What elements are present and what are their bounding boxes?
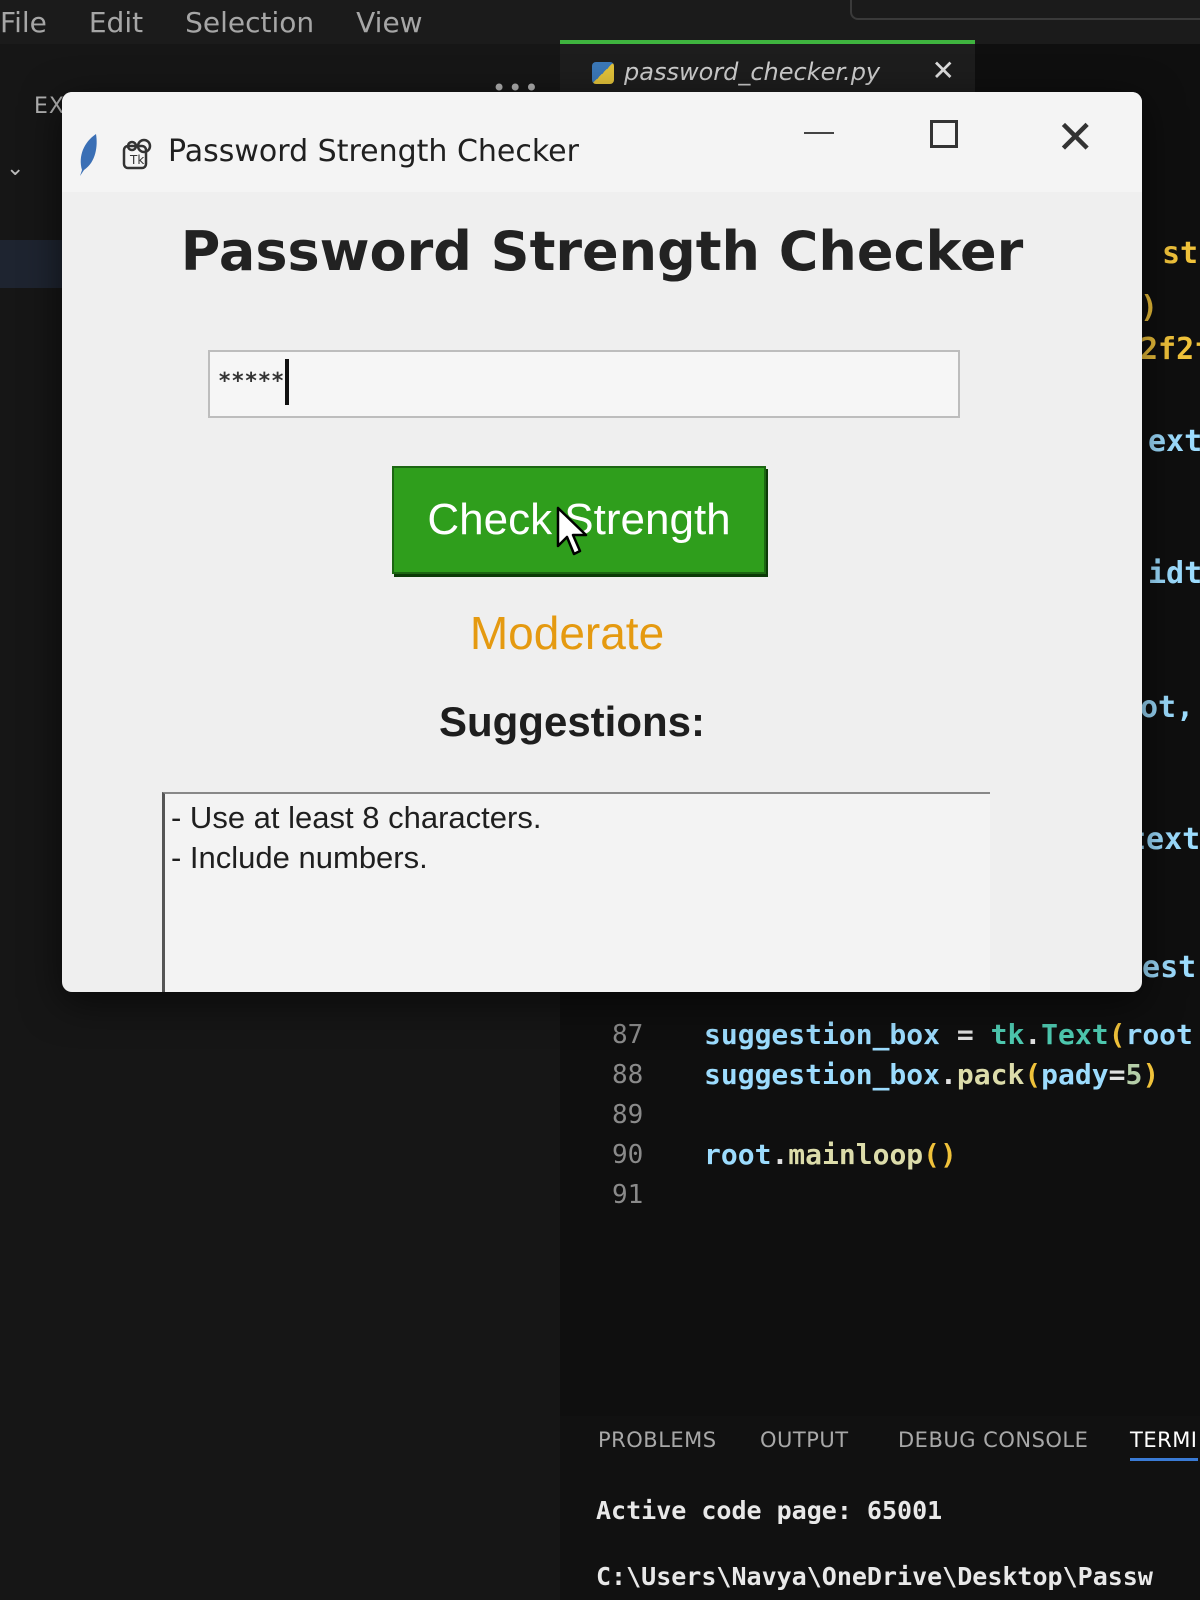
- line-number: 91: [612, 1180, 644, 1210]
- code-line-90: root.mainloop(): [704, 1138, 957, 1171]
- close-icon[interactable]: ✕: [932, 54, 955, 87]
- python-file-icon: [592, 62, 614, 84]
- feather-icon: [80, 134, 97, 176]
- tab-terminal[interactable]: TERMI: [1130, 1428, 1198, 1461]
- line-number: 90: [612, 1140, 644, 1170]
- code-token: (: [1108, 1018, 1126, 1051]
- code-fragment: ot,: [1140, 690, 1195, 725]
- suggestions-heading: Suggestions:: [438, 698, 705, 745]
- password-input[interactable]: *****: [208, 350, 960, 418]
- code-token: .: [771, 1138, 789, 1171]
- line-number: 87: [612, 1020, 644, 1050]
- password-checker-window: Tk Password Strength Checker ✕ Password …: [62, 92, 1142, 992]
- code-token: =: [1108, 1058, 1126, 1091]
- password-value: *****: [218, 369, 285, 394]
- code-token: .: [1024, 1018, 1042, 1051]
- editor-tab-label: password_checker.py: [624, 58, 881, 86]
- menu-file[interactable]: File: [0, 6, 47, 39]
- code-token: =: [940, 1018, 991, 1051]
- code-token: pady: [1041, 1058, 1109, 1091]
- code-fragment: ext: [1148, 424, 1200, 459]
- text-caret: [285, 359, 290, 405]
- line-number: 89: [612, 1100, 644, 1130]
- code-token: ): [1142, 1058, 1160, 1091]
- code-token: .: [940, 1058, 957, 1091]
- code-token: (): [923, 1138, 957, 1171]
- code-token: Text: [1041, 1018, 1109, 1051]
- window-titlebar[interactable]: Tk Password Strength Checker ✕: [62, 92, 1142, 192]
- code-line-88: suggestion_box.pack(pady=5): [704, 1058, 1159, 1091]
- window-title: Password Strength Checker: [168, 134, 579, 169]
- code-token: (: [1024, 1058, 1042, 1091]
- menu-selection[interactable]: Selection: [185, 6, 314, 39]
- code-token: suggestion_box: [704, 1018, 941, 1051]
- terminal-prompt-line: C:\Users\Navya\OneDrive\Desktop\Passw: [596, 1562, 1153, 1591]
- chevron-down-icon[interactable]: ⌄: [6, 156, 24, 181]
- code-token: mainloop: [788, 1138, 924, 1171]
- menu-edit[interactable]: Edit: [89, 6, 143, 39]
- suggestion-line: - Include numbers.: [171, 840, 428, 875]
- vscode-menubar: File Edit Selection View: [0, 0, 1200, 44]
- suggestion-line: - Use at least 8 characters.: [171, 800, 542, 835]
- code-token: suggestion_box: [704, 1058, 941, 1091]
- tab-output[interactable]: OUTPUT: [760, 1428, 849, 1452]
- editor-tab[interactable]: password_checker.py ✕: [560, 40, 975, 100]
- code-token: root: [1125, 1018, 1193, 1051]
- tk-app-icon: Tk: [122, 138, 152, 170]
- code-fragment: ): [1140, 290, 1159, 325]
- tab-debug-console[interactable]: DEBUG CONSOLE: [898, 1428, 1088, 1452]
- minimize-button[interactable]: [804, 132, 834, 134]
- code-token: 5: [1125, 1058, 1143, 1091]
- code-token: pack: [956, 1058, 1025, 1091]
- command-center[interactable]: [850, 0, 1200, 20]
- mouse-pointer-icon: [556, 506, 588, 556]
- strength-result: Moderate: [469, 607, 665, 659]
- code-token: tk: [990, 1018, 1025, 1051]
- svg-text:Tk: Tk: [129, 153, 144, 167]
- terminal-output-line: Active code page: 65001: [596, 1496, 943, 1525]
- code-fragment: idt: [1148, 556, 1200, 591]
- code-fragment: 2f2f: [1140, 332, 1200, 367]
- app-heading: Password Strength Checker: [180, 220, 1024, 283]
- suggestion-box[interactable]: - Use at least 8 characters. - Include n…: [162, 792, 990, 992]
- close-window-button[interactable]: ✕: [1056, 110, 1095, 164]
- code-fragment: st: [1162, 236, 1199, 271]
- menu-view[interactable]: View: [356, 6, 422, 39]
- code-token: root: [704, 1138, 772, 1171]
- code-line-87: suggestion_box = tk.Text(root: [704, 1018, 1193, 1051]
- maximize-button[interactable]: [930, 120, 958, 148]
- line-number: 88: [612, 1060, 644, 1090]
- tab-problems[interactable]: PROBLEMS: [598, 1428, 717, 1452]
